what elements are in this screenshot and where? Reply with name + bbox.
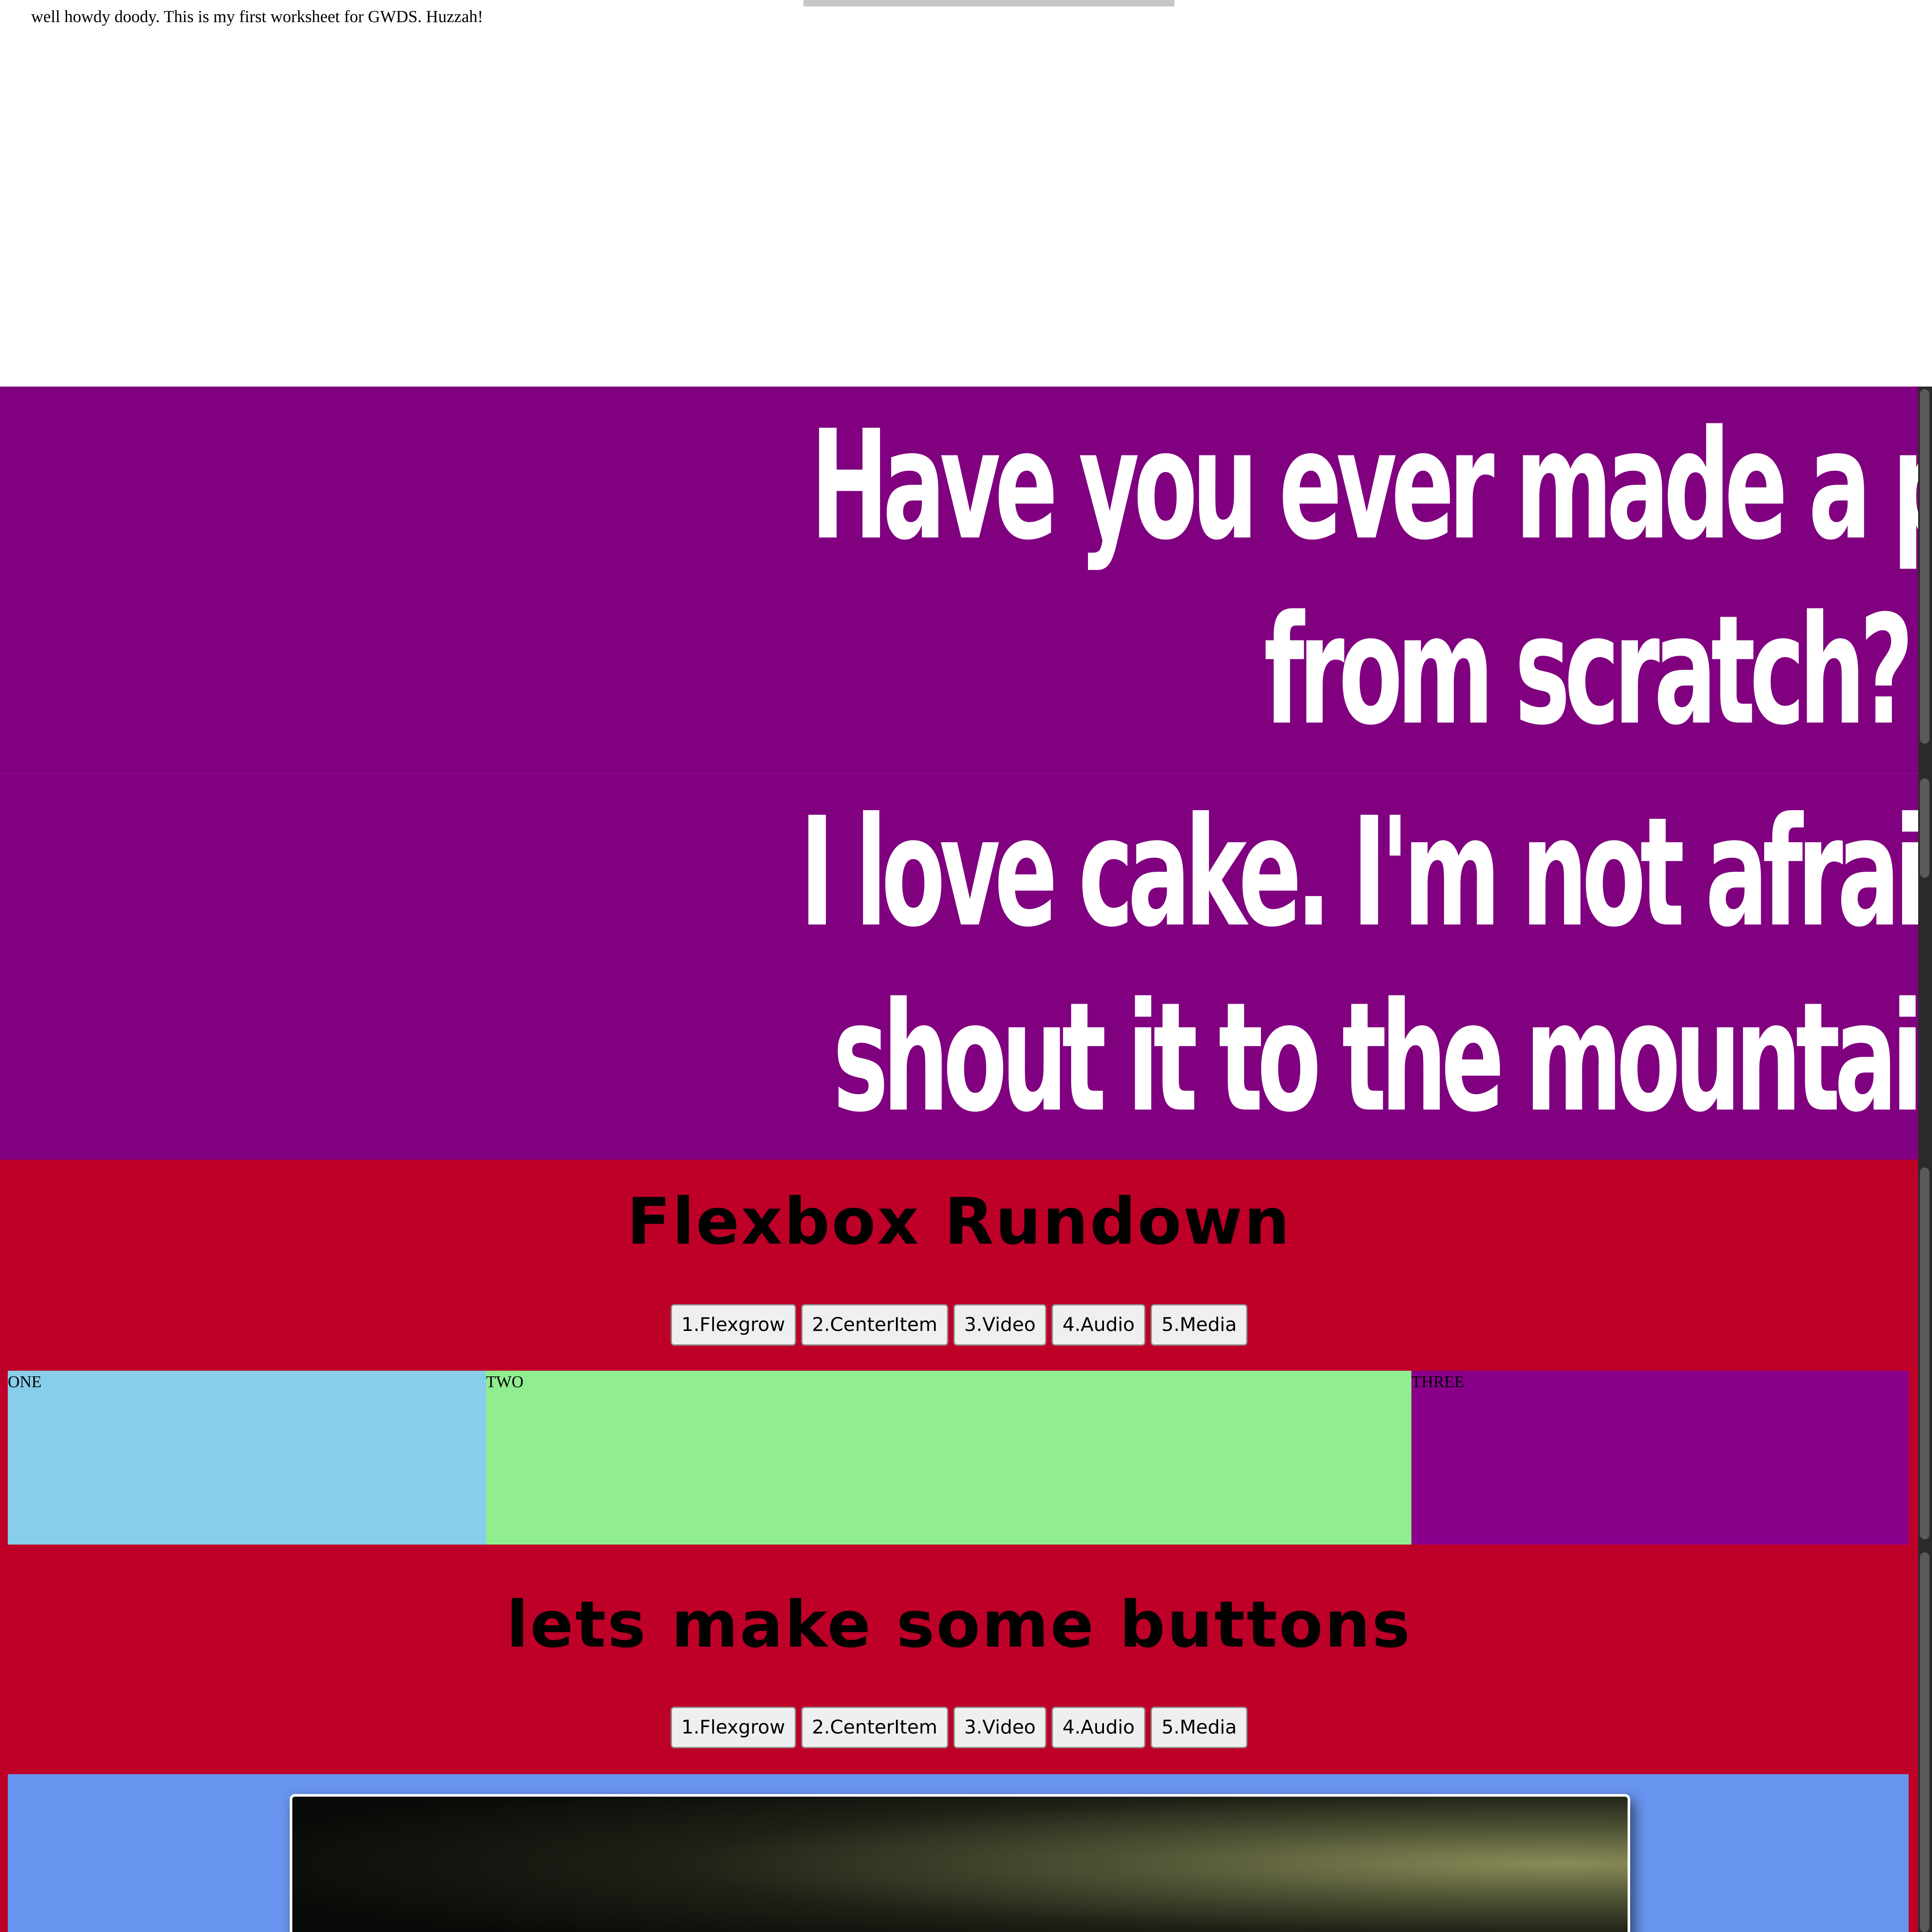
hero-cake-line-1: I love cake. I'm not afraid to [800, 785, 1918, 960]
centeritem-button[interactable]: 2.CenterItem [801, 1707, 948, 1748]
scrollbar-thumb[interactable] [1920, 778, 1929, 878]
media-section [8, 1774, 1909, 1932]
hero-pizza-line-2: from scratch? [1263, 583, 1914, 758]
scrollbar-thumb[interactable] [1920, 1552, 1929, 1932]
audio-button[interactable]: 4.Audio [1052, 1304, 1146, 1346]
video-player[interactable] [290, 1794, 1630, 1932]
lets-make-buttons-heading: lets make some buttons [506, 1587, 1412, 1662]
scrollbar-thumb[interactable] [1920, 1168, 1929, 1539]
audio-button[interactable]: 4.Audio [1052, 1707, 1146, 1748]
flex-item-three: THREE [1411, 1371, 1909, 1545]
scrollbar-thumb[interactable] [1920, 389, 1929, 744]
button-row-1: 1.Flexgrow 2.CenterItem 3.Video 4.Audio … [0, 1304, 1918, 1346]
video-button[interactable]: 3.Video [953, 1304, 1047, 1346]
centeritem-button[interactable]: 2.CenterItem [801, 1304, 948, 1346]
button-row-2: 1.Flexgrow 2.CenterItem 3.Video 4.Audio … [0, 1707, 1918, 1748]
hero-cake-line-2: shout it to the mountain top. [833, 970, 1918, 1145]
media-button[interactable]: 5.Media [1151, 1707, 1248, 1748]
media-button[interactable]: 5.Media [1151, 1304, 1248, 1346]
top-gray-bar [803, 0, 1174, 6]
hero-cake: I love cake. I'm not afraid to shout it … [0, 773, 1918, 1160]
video-button[interactable]: 3.Video [953, 1707, 1047, 1748]
flexbox-rundown-heading: Flexbox Rundown [627, 1184, 1292, 1259]
flexgrow-button[interactable]: 1.Flexgrow [670, 1707, 796, 1748]
flex-item-two: TWO [486, 1371, 1411, 1545]
hero-pizza: Have you ever made a pizza from scratch? [0, 387, 1918, 773]
flexgrow-button[interactable]: 1.Flexgrow [670, 1304, 796, 1346]
hero-pizza-line-1: Have you ever made a pizza [810, 398, 1918, 573]
flex-demo-container: ONE TWO THREE [8, 1371, 1909, 1545]
flex-item-one: ONE [8, 1371, 486, 1545]
intro-text: well howdy doody. This is my first works… [31, 7, 483, 26]
